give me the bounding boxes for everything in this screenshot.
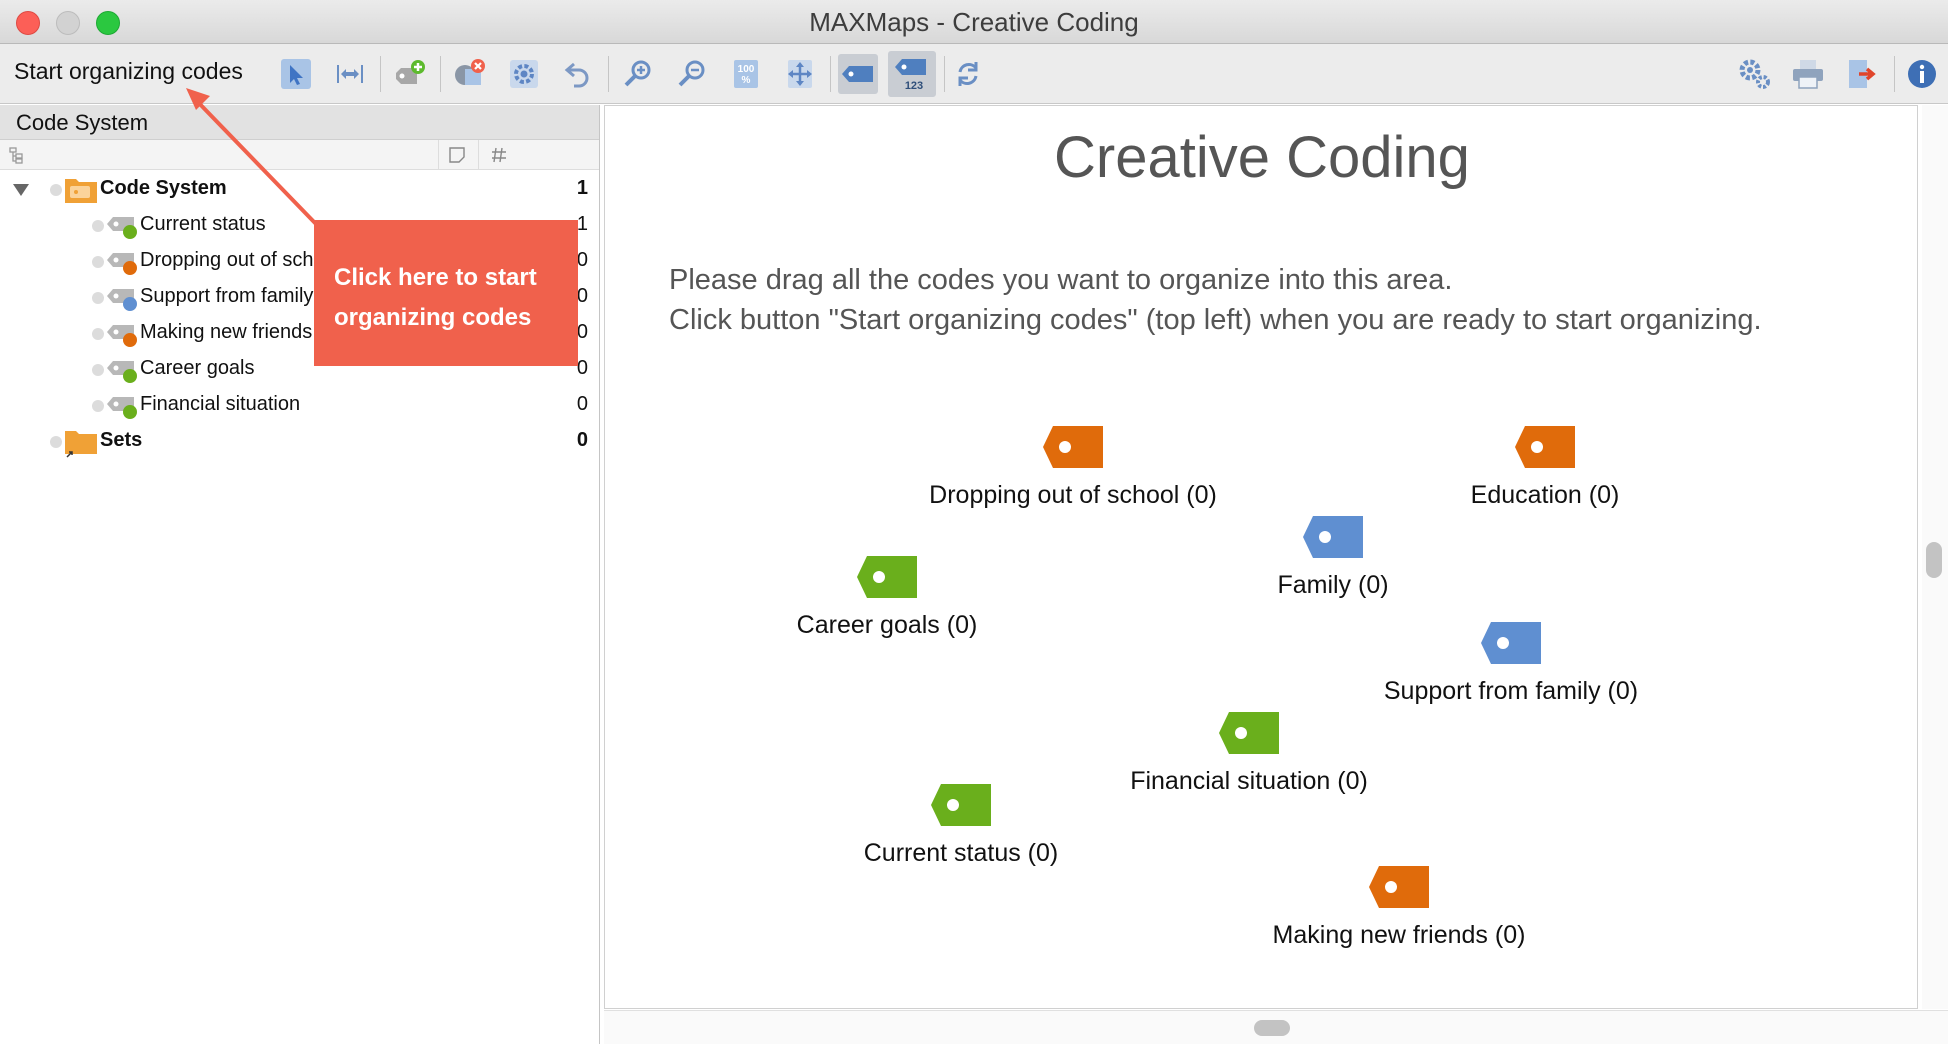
tree-count: 1 (576, 213, 588, 235)
print-icon[interactable] (1788, 54, 1828, 94)
tree-label: Dropping out of school (140, 249, 341, 271)
map-code-label: Dropping out of school (0) (929, 481, 1217, 509)
code-tag-icon (1219, 712, 1279, 754)
tree-count: 0 (576, 321, 588, 343)
code-system-folder-icon (65, 179, 97, 203)
code-tag-icon (857, 556, 917, 598)
toolbar-separator (830, 56, 831, 92)
tree-count: 1 (576, 177, 588, 199)
tree-row-sets[interactable]: Sets 0 (0, 423, 598, 459)
column-divider (478, 140, 479, 170)
sync-icon[interactable] (948, 54, 988, 94)
callout-arrow (186, 88, 318, 226)
tree-label: Sets (100, 429, 143, 451)
toolbar-separator (380, 56, 381, 92)
tree-label: Support from family (140, 285, 314, 307)
tree-count: 0 (576, 249, 588, 271)
map-canvas[interactable]: Creative Coding Please drag all the code… (604, 105, 1918, 1009)
svg-text:100: 100 (738, 64, 755, 75)
settings-icon[interactable] (504, 54, 544, 94)
code-tag-icon (107, 325, 137, 347)
status-dot (92, 256, 104, 268)
vertical-scroll-thumb[interactable] (1926, 542, 1942, 578)
memo-column-icon[interactable] (448, 146, 466, 164)
undo-icon[interactable] (558, 54, 598, 94)
map-code-current-status[interactable]: Current status (0) (791, 782, 1131, 868)
map-code-career-goals[interactable]: Career goals (0) (717, 554, 1057, 640)
tree-label: Making new friends (140, 321, 313, 343)
status-dot (92, 400, 104, 412)
code-tag-icon[interactable] (838, 54, 878, 94)
tree-count: 0 (576, 285, 588, 307)
fit-window-icon[interactable] (780, 54, 820, 94)
code-tag-icon (107, 397, 137, 419)
export-icon[interactable] (1842, 54, 1882, 94)
map-code-support-from-family[interactable]: Support from family (0) (1341, 620, 1681, 706)
app-window: MAXMaps - Creative Coding Start organizi… (0, 0, 1948, 1044)
sets-folder-icon (65, 431, 97, 458)
map-instruction-1: Please drag all the codes you want to or… (669, 264, 1453, 296)
map-code-making-new-friends[interactable]: Making new friends (0) (1229, 864, 1569, 950)
add-code-icon[interactable] (390, 54, 430, 94)
code-tag-icon (931, 784, 991, 826)
map-code-label: Making new friends (0) (1272, 921, 1526, 949)
zoom-100-icon[interactable]: 100% (726, 54, 766, 94)
map-code-label: Family (0) (1277, 571, 1389, 599)
map-title: Creative Coding (1054, 125, 1470, 190)
code-tag-icon (107, 361, 137, 383)
frequency-column-icon[interactable] (490, 146, 508, 164)
map-code-label: Career goals (0) (796, 611, 978, 639)
annotation-callout: Click here to start organizing codes (314, 220, 578, 366)
toolbar-separator (944, 56, 945, 92)
zoom-in-icon[interactable] (618, 54, 658, 94)
map-code-label: Current status (0) (863, 839, 1059, 867)
status-dot (50, 184, 62, 196)
status-dot (92, 292, 104, 304)
toolbar-separator (1894, 56, 1895, 92)
tree-row-financial-situation[interactable]: Financial situation 0 (0, 387, 598, 423)
code-tag-icon (107, 253, 137, 275)
window-title: MAXMaps - Creative Coding (809, 7, 1139, 37)
toolbar-separator (440, 56, 441, 92)
toolbar-separator (608, 56, 609, 92)
column-divider (438, 140, 439, 170)
svg-text:123: 123 (905, 80, 923, 92)
code-tag-icon (1481, 622, 1541, 664)
info-icon[interactable] (1902, 54, 1942, 94)
zoom-out-icon[interactable] (672, 54, 712, 94)
code-tag-icon (1043, 426, 1103, 468)
tree-view-icon[interactable] (8, 146, 26, 164)
svg-text:%: % (742, 75, 751, 86)
status-dot (50, 436, 62, 448)
code-tag-icon (107, 217, 137, 239)
map-code-education[interactable]: Education (0) (1375, 424, 1715, 510)
tree-count: 0 (576, 357, 588, 379)
status-dot (92, 364, 104, 376)
tree-label: Career goals (140, 357, 255, 379)
expand-triangle-icon[interactable] (12, 183, 30, 197)
code-tag-icon (1515, 426, 1575, 468)
tree-count: 0 (576, 429, 588, 451)
code-tag-icon (1369, 866, 1429, 908)
status-dot (92, 328, 104, 340)
title-bar: MAXMaps - Creative Coding (0, 0, 1948, 44)
map-code-dropping-out[interactable]: Dropping out of school (0) (903, 424, 1243, 510)
map-instruction-2: Click button "Start organizing codes" (t… (669, 304, 1762, 336)
remove-code-icon[interactable] (450, 54, 490, 94)
tree-label: Financial situation (140, 393, 301, 415)
code-tag-icon (107, 289, 137, 311)
map-code-family[interactable]: Family (0) (1163, 514, 1503, 600)
map-code-label: Support from family (0) (1383, 677, 1639, 705)
horizontal-scroll-thumb[interactable] (1254, 1020, 1290, 1036)
map-code-label: Education (0) (1470, 481, 1620, 509)
preferences-icon[interactable] (1734, 54, 1774, 94)
code-tag-frequency-icon[interactable]: 123 (888, 51, 936, 97)
code-tag-icon (1303, 516, 1363, 558)
status-dot (92, 220, 104, 232)
tree-count: 0 (576, 393, 588, 415)
